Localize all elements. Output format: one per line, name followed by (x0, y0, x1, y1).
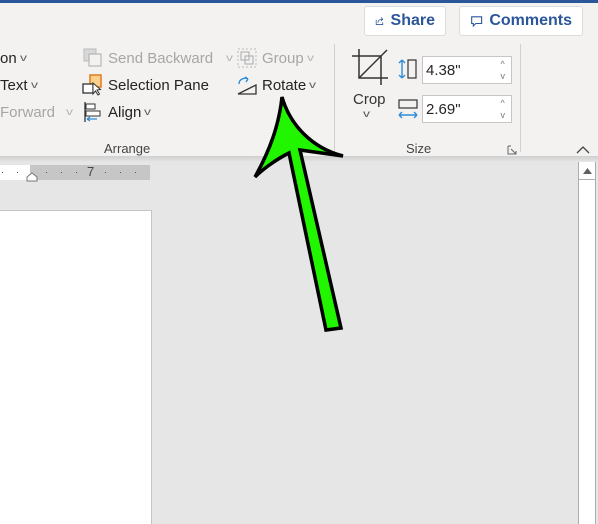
spin-arrows[interactable]: ^ v (501, 97, 506, 121)
crop-button[interactable]: Crop v (350, 48, 390, 128)
document-page[interactable] (0, 210, 152, 524)
vertical-scrollbar[interactable] (578, 162, 596, 524)
ruler-tick (2, 172, 3, 173)
chevron-down-icon[interactable]: v (501, 109, 506, 121)
ruler-tick (17, 172, 18, 173)
chevron-down-icon: v (226, 52, 234, 64)
share-label: Share (390, 12, 435, 29)
crop-label: Crop (353, 91, 386, 108)
spin-arrows[interactable]: ^ v (501, 58, 506, 82)
share-button[interactable]: Share (364, 6, 446, 36)
chevron-down-icon: v (363, 109, 370, 120)
group-button[interactable]: Group v (235, 46, 314, 70)
position-button-partial[interactable]: on v (0, 46, 27, 70)
selection-pane-button[interactable]: Selection Pane (81, 73, 209, 97)
send-backward-button[interactable]: Send Backward v (81, 46, 234, 70)
selection-pane-label: Selection Pane (108, 76, 209, 94)
arrange-group-label: Arrange (104, 141, 151, 156)
word-window: Share Comments on v Text v Forward v Send B… (0, 0, 598, 524)
align-icon (81, 101, 105, 123)
chevron-down-icon: v (309, 79, 317, 91)
chevron-down-icon: v (19, 52, 27, 64)
comment-icon (471, 16, 483, 28)
rotate-icon (235, 74, 259, 96)
ruler-tick (76, 172, 77, 173)
chevron-down-icon: v (66, 106, 74, 118)
comments-button[interactable]: Comments (459, 6, 583, 36)
group-separator (334, 44, 335, 152)
align-label: Align (108, 103, 142, 121)
rotate-button[interactable]: Rotate v (235, 73, 317, 97)
shape-width-input[interactable]: 2.69" ^ v (422, 95, 512, 123)
wrap-text-button-partial[interactable]: Text v (0, 73, 38, 97)
ruler-tick (46, 172, 47, 173)
chevron-down-icon: v (306, 52, 314, 64)
chevron-down-icon: v (144, 106, 152, 118)
ruler-tick (120, 172, 121, 173)
group-icon (235, 47, 259, 69)
shape-height-input[interactable]: 4.38" ^ v (422, 56, 512, 84)
shape-height-value: 4.38" (426, 61, 461, 79)
size-group-label: Size (406, 141, 432, 156)
group-separator (520, 44, 521, 152)
rotate-label: Rotate (262, 76, 307, 94)
chevron-down-icon: v (30, 79, 38, 91)
selection-pane-icon (81, 74, 105, 96)
bring-forward-label: Forward (0, 103, 56, 121)
wrap-text-label: Text (0, 76, 28, 94)
collapse-ribbon-icon[interactable] (576, 145, 590, 155)
ruler-number: 7 (87, 164, 95, 179)
ruler-tick (61, 172, 62, 173)
triangle-up-icon (582, 167, 592, 174)
chevron-down-icon[interactable]: v (501, 70, 506, 82)
ribbon-shadow (0, 156, 598, 162)
bring-forward-button-partial[interactable]: Forward v (0, 100, 74, 124)
send-backward-label: Send Backward (108, 49, 214, 67)
scroll-up-button[interactable] (579, 162, 595, 180)
position-label: on (0, 49, 17, 67)
crop-icon (352, 49, 388, 85)
share-icon (375, 17, 384, 25)
dialog-launcher-icon[interactable] (507, 145, 517, 155)
comments-label: Comments (489, 12, 572, 29)
indent-marker-icon[interactable] (26, 172, 38, 182)
send-backward-icon (81, 47, 105, 69)
chevron-up-icon[interactable]: ^ (501, 97, 506, 109)
horizontal-ruler[interactable]: 7 (0, 164, 150, 182)
chevron-up-icon[interactable]: ^ (501, 58, 506, 70)
shape-height-icon (398, 59, 417, 79)
align-button[interactable]: Align v (81, 100, 152, 124)
shape-width-value: 2.69" (426, 100, 461, 118)
ruler-tick (135, 172, 136, 173)
shape-width-icon (398, 99, 418, 119)
group-label: Group (262, 49, 304, 67)
ruler-tick (105, 172, 106, 173)
